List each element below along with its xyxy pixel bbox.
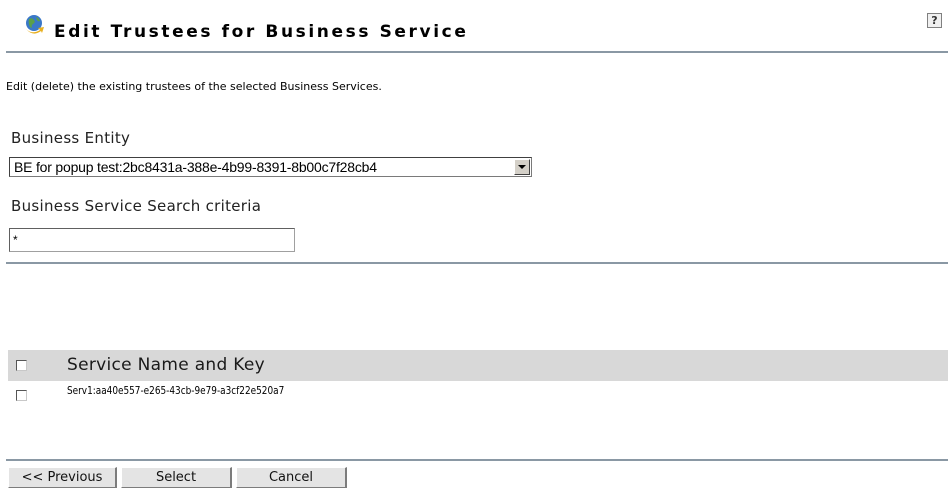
globe-arrow-icon	[26, 15, 44, 34]
search-criteria-input[interactable]	[9, 228, 295, 252]
column-header-service-name: Service Name and Key	[67, 355, 265, 375]
row-checkbox[interactable]	[16, 390, 27, 401]
select-button[interactable]: Select	[121, 467, 232, 488]
table-row: Serv1:aa40e557-e265-43cb-9e79-a3cf22e520…	[67, 384, 285, 397]
business-entity-selected-value: BE for popup test:2bc8431a-388e-4b99-839…	[14, 159, 377, 175]
business-entity-label: Business Entity	[11, 129, 131, 147]
help-icon[interactable]: ?	[927, 13, 942, 28]
table-header: Service Name and Key	[8, 350, 948, 381]
page-description: Edit (delete) the existing trustees of t…	[6, 80, 382, 93]
page-title: Edit Trustees for Business Service	[54, 22, 469, 42]
previous-button[interactable]: << Previous	[8, 467, 117, 488]
cancel-button[interactable]: Cancel	[236, 467, 347, 488]
select-all-checkbox[interactable]	[16, 360, 27, 371]
header: Edit Trustees for Business Service ?	[0, 0, 948, 52]
search-criteria-label: Business Service Search criteria	[11, 197, 262, 215]
page: Edit Trustees for Business Service ? Edi…	[0, 0, 948, 488]
form-divider	[6, 262, 948, 264]
chevron-down-icon[interactable]	[514, 159, 530, 175]
header-divider	[6, 51, 948, 53]
business-entity-select[interactable]: BE for popup test:2bc8431a-388e-4b99-839…	[9, 157, 532, 177]
footer-divider	[6, 459, 948, 461]
